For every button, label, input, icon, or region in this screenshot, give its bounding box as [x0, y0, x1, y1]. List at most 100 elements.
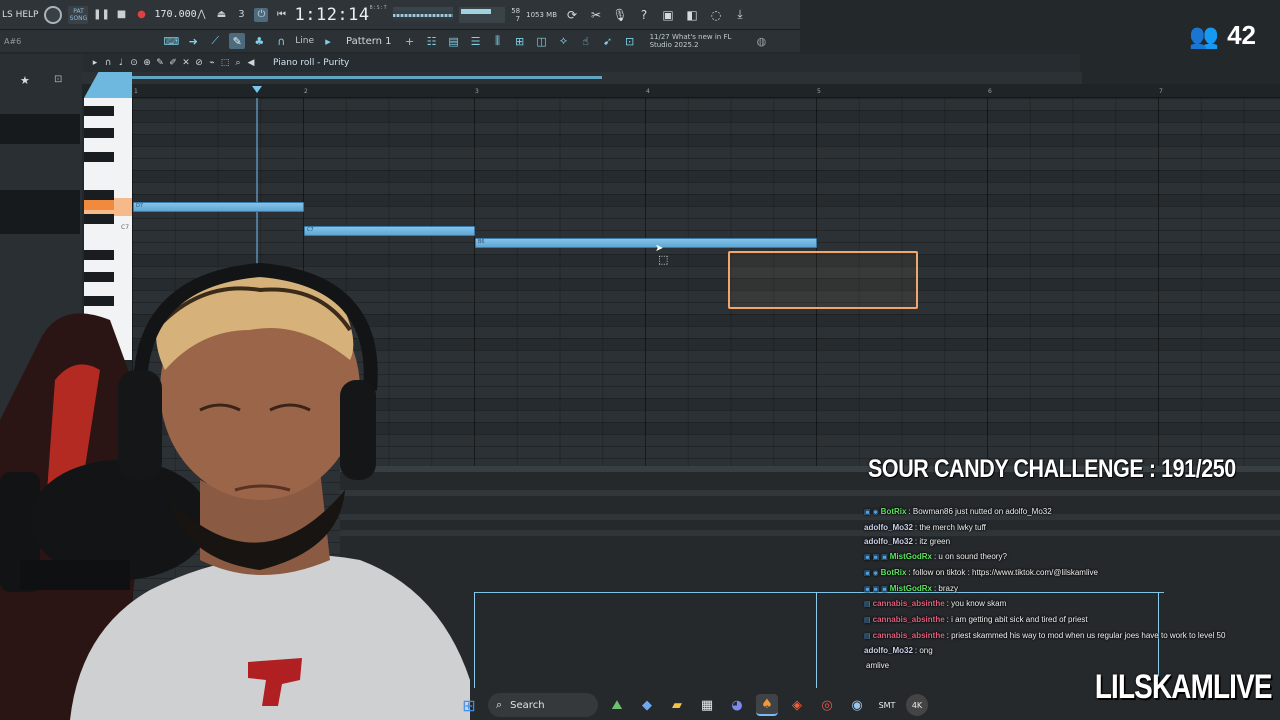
black-key[interactable] [84, 190, 114, 200]
4k-icon[interactable]: 4K [906, 694, 928, 716]
black-key[interactable] [84, 128, 114, 138]
brave-icon[interactable]: ◈ [786, 694, 808, 716]
discord-icon[interactable]: ◕ [726, 694, 748, 716]
stamp-tool-icon[interactable]: ♩ [116, 58, 126, 68]
copilot-icon[interactable]: ◆ [636, 694, 658, 716]
keyboard-icon[interactable]: ⌨ [163, 33, 179, 49]
save-icon[interactable]: ▣ [659, 6, 677, 24]
stamp-icon[interactable]: ♣ [251, 33, 267, 49]
black-key[interactable] [84, 152, 114, 162]
chat-icon[interactable]: ◌ [707, 6, 725, 24]
app-icon[interactable]: SMT [876, 694, 898, 716]
arrow-icon[interactable]: ➜ [185, 33, 201, 49]
velocity-bar[interactable] [816, 592, 817, 688]
chat-message: adolfo_Mo32: ong [864, 644, 1280, 659]
mixer-icon[interactable]: ⫼ [490, 33, 506, 49]
piano-roll-icon[interactable]: ▤ [446, 33, 462, 49]
channel-rack-icon[interactable]: ☰ [468, 33, 484, 49]
menu-arrow-icon[interactable]: ▸ [90, 58, 100, 68]
record-icon[interactable]: ● [134, 8, 148, 22]
add-pattern-icon[interactable]: + [402, 33, 418, 49]
chrome-icon[interactable]: ◎ [816, 694, 838, 716]
pat-label: PAT [73, 7, 84, 15]
browser-icon[interactable]: ⊞ [512, 33, 528, 49]
chat-message: ▤ cannabis_absinthe: i am getting abit si… [864, 613, 1280, 629]
plugin-db-icon[interactable]: ◫ [534, 33, 550, 49]
slice-tool-icon[interactable]: ⌁ [207, 58, 217, 68]
chat-badges-icon: ▣ ◉ [864, 509, 879, 516]
folder-icon[interactable]: ⊡ [54, 74, 62, 85]
delete-tool-icon[interactable]: ✕ [181, 58, 191, 68]
stop-icon[interactable]: ■ [114, 8, 128, 22]
send-icon[interactable]: ➹ [600, 33, 616, 49]
folder-icon[interactable]: ▰ [666, 694, 688, 716]
ghost-tool-icon[interactable]: ⊕ [142, 58, 152, 68]
chat-username: adolfo_Mo32 [864, 537, 913, 547]
mic-icon[interactable]: 🎙 [611, 6, 629, 24]
selection-box[interactable] [728, 251, 918, 309]
draw-tool-icon[interactable]: ✎ [155, 58, 165, 68]
taskbar-search[interactable]: ⌕ Search [488, 693, 598, 717]
viewer-counter: 👥 42 [1189, 20, 1256, 51]
paint-tool-icon[interactable]: ✐ [168, 58, 178, 68]
mute-tool-icon[interactable]: ⊘ [194, 58, 204, 68]
fl-studio-icon[interactable]: ♠ [756, 694, 778, 716]
download-icon[interactable]: ⤓ [731, 6, 749, 24]
piano-roll-toolbar: ▸ ∩ ♩ ⊙ ⊕ ✎ ✐ ✕ ⊘ ⌁ ⬚ ⌕ ◀ Piano roll - P… [82, 54, 1080, 72]
master-volume-knob[interactable] [44, 5, 63, 24]
playhead-marker[interactable] [252, 86, 262, 93]
ruler-bar: 4 [646, 88, 650, 95]
windows-start-icon[interactable]: ⊞ [458, 694, 480, 716]
plugin-icon[interactable]: ◧ [683, 6, 701, 24]
pattern-select[interactable]: Pattern 1 [342, 36, 396, 47]
pattern-prev-icon[interactable]: ▸ [320, 33, 336, 49]
zoom-tool-icon[interactable]: ⌕ [233, 58, 243, 68]
tempo-display[interactable]: 170.000 [154, 9, 196, 20]
black-key[interactable] [84, 214, 114, 224]
snap-select[interactable]: Line [295, 36, 314, 46]
chat-username: BotRix [880, 567, 907, 577]
cart-icon[interactable]: ⊡ [622, 33, 638, 49]
globe-icon[interactable]: ◍ [753, 33, 769, 49]
chat-username: adolfo_Mo32 [864, 522, 913, 532]
magnet-icon[interactable]: ∩ [273, 33, 289, 49]
note-c7[interactable]: C7 [304, 226, 475, 236]
countdown-icon[interactable]: 3 [234, 8, 248, 22]
black-key[interactable] [84, 106, 114, 116]
loop-record-icon[interactable]: ⏮ [274, 8, 288, 22]
pause-icon[interactable]: ❚❚ [93, 8, 110, 22]
chat-username: MistGodRx [889, 583, 932, 593]
black-key[interactable] [84, 250, 114, 260]
touch-icon[interactable]: ☝ [578, 33, 594, 49]
windows-taskbar: ⊞ ⌕ Search ⛰ ◆ ▰ ▦ ◕ ♠ ◈ ◎ ◉ SMT 4K [452, 690, 932, 720]
help-menu[interactable]: LS HELP [2, 10, 38, 20]
note-b6[interactable]: B6 [475, 238, 817, 248]
wand-icon[interactable]: ⟋ [207, 33, 223, 49]
scroll-thumb[interactable] [130, 76, 602, 79]
record-tool-icon[interactable]: ⊙ [129, 58, 139, 68]
news-panel[interactable]: 11/27 What's new in FL Studio 2025.2 [650, 33, 732, 49]
chat-text: : ong [914, 646, 933, 656]
pencil-icon[interactable]: ✎ [229, 33, 246, 49]
wait-icon[interactable]: ⏏ [214, 8, 228, 22]
widget-icon[interactable]: ⛰ [606, 694, 628, 716]
pat-song-toggle[interactable]: PAT SONG [68, 5, 89, 24]
playback-tool-icon[interactable]: ◀ [246, 58, 256, 68]
star-icon[interactable]: ★ [20, 74, 30, 87]
song-label: SONG [69, 14, 88, 22]
step-edit-icon[interactable]: ⏻ [254, 7, 269, 22]
help-icon[interactable]: ? [635, 6, 653, 24]
chat-message: ▤ cannabis_absinthe: priest skammed his w… [864, 629, 1280, 645]
steam-icon[interactable]: ◉ [846, 694, 868, 716]
tag-icon[interactable]: ⟡ [556, 33, 572, 49]
velocity-bar[interactable] [474, 592, 475, 688]
store-icon[interactable]: ▦ [696, 694, 718, 716]
tools-icon[interactable]: ✂ [587, 6, 605, 24]
metronome-icon[interactable]: ⋀ [194, 8, 208, 22]
playlist-icon[interactable]: ☷ [424, 33, 440, 49]
note-d7[interactable]: D7 [133, 202, 304, 212]
highlighted-black-key[interactable] [84, 200, 114, 210]
select-tool-icon[interactable]: ⬚ [220, 58, 230, 68]
refresh-icon[interactable]: ⟳ [563, 6, 581, 24]
magnet-tool-icon[interactable]: ∩ [103, 58, 113, 68]
